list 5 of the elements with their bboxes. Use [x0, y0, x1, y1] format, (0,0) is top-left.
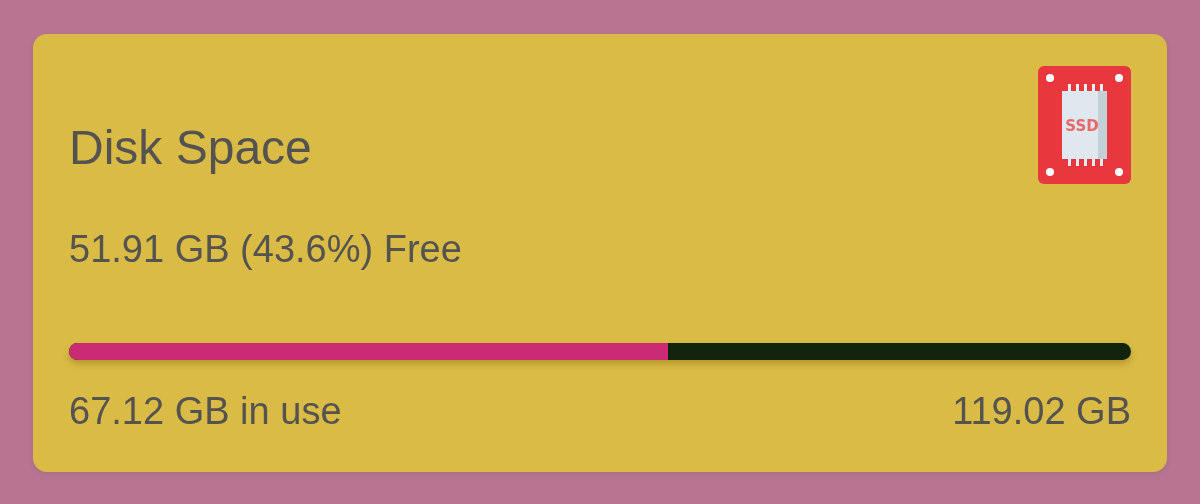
total-space-text: 119.02 GB — [952, 392, 1131, 430]
card-title: Disk Space — [69, 124, 312, 172]
ssd-icon: SSD — [1038, 66, 1131, 184]
used-space-text: 67.12 GB in use — [69, 392, 342, 430]
free-space-text: 51.91 GB (43.6%) Free — [69, 230, 463, 268]
